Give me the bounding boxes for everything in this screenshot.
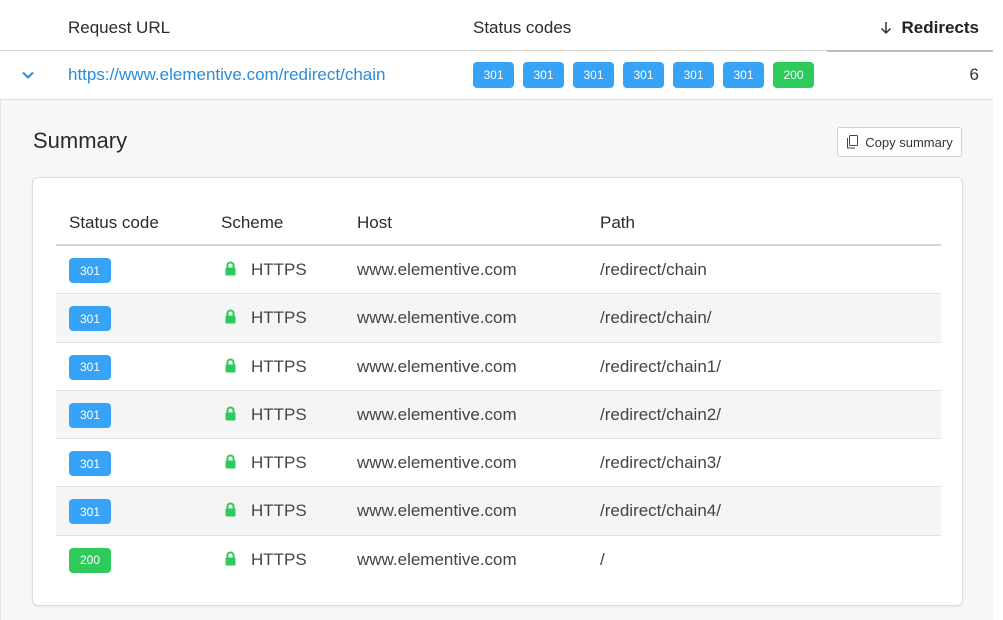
- status-code-badge: 301: [473, 62, 514, 88]
- scheme-cell: HTTPS: [251, 404, 307, 424]
- table-row: 301 HTTPS www.elementive.com /redirect/c…: [56, 294, 941, 343]
- copy-icon: [847, 135, 859, 149]
- path-cell: /redirect/chain2/: [600, 404, 721, 424]
- chevron-down-icon[interactable]: [20, 67, 36, 83]
- host-cell: www.elementive.com: [357, 501, 517, 521]
- column-header-redirects[interactable]: Redirects: [880, 18, 979, 38]
- path-cell: /redirect/chain4/: [600, 501, 721, 521]
- arrow-down-icon: [880, 22, 891, 35]
- path-cell: /redirect/chain/: [600, 308, 712, 328]
- scheme-cell: HTTPS: [251, 260, 307, 279]
- table-row: 301 HTTPS www.elementive.com /redirect/c…: [56, 390, 941, 440]
- summary-panel: Summary Copy summary Status code Scheme …: [0, 100, 993, 620]
- status-code-badge: 200: [69, 547, 111, 573]
- status-code-badge: 301: [69, 451, 111, 477]
- host-cell: www.elementive.com: [357, 549, 517, 569]
- lock-icon: [225, 503, 236, 517]
- status-code-badge: 301: [69, 306, 111, 332]
- path-cell: /redirect/chain3/: [600, 453, 721, 473]
- copy-summary-label: Copy summary: [865, 134, 953, 150]
- lock-icon: [225, 551, 236, 566]
- redirect-count: 6: [969, 65, 979, 84]
- summary-table: Status code Scheme Host Path 301 HTTPS w…: [56, 200, 941, 584]
- status-code-badge: 301: [673, 62, 714, 88]
- column-header-path: Path: [600, 213, 635, 232]
- column-header-status-code: Status code: [69, 213, 159, 232]
- copy-summary-button[interactable]: Copy summary: [837, 127, 962, 157]
- table-row: 301 HTTPS www.elementive.com /redirect/c…: [56, 343, 941, 391]
- status-code-badge: 301: [69, 354, 111, 380]
- results-table-header: Request URL Status codes Redirects: [0, 0, 993, 52]
- table-row: 301 HTTPS www.elementive.com /redirect/c…: [56, 439, 941, 488]
- summary-table-header: Status code Scheme Host Path: [56, 200, 941, 246]
- column-header-request-url[interactable]: Request URL: [68, 18, 170, 38]
- host-cell: www.elementive.com: [357, 453, 517, 473]
- host-cell: www.elementive.com: [357, 356, 517, 376]
- scheme-cell: HTTPS: [251, 501, 307, 521]
- request-url-link[interactable]: https://www.elementive.com/redirect/chai…: [68, 65, 385, 85]
- table-row: 301 HTTPS www.elementive.com /redirect/c…: [56, 246, 941, 295]
- host-cell: www.elementive.com: [357, 260, 517, 279]
- column-header-redirects-wrap[interactable]: Redirects: [827, 0, 993, 52]
- column-header-host: Host: [357, 213, 392, 232]
- path-cell: /redirect/chain: [600, 260, 707, 279]
- table-row: 301 HTTPS www.elementive.com /redirect/c…: [56, 487, 941, 536]
- redirects-label: Redirects: [901, 18, 979, 37]
- status-code-badge: 301: [723, 62, 764, 88]
- status-code-badge: 200: [773, 62, 814, 88]
- lock-icon: [225, 454, 236, 469]
- scheme-cell: HTTPS: [251, 549, 307, 569]
- table-row: 200 HTTPS www.elementive.com /: [56, 536, 941, 584]
- scheme-cell: HTTPS: [251, 308, 307, 328]
- host-cell: www.elementive.com: [357, 308, 517, 328]
- column-header-scheme: Scheme: [221, 213, 284, 232]
- request-row[interactable]: https://www.elementive.com/redirect/chai…: [0, 51, 993, 100]
- summary-card: Status code Scheme Host Path 301 HTTPS w…: [32, 177, 963, 606]
- status-code-badge: 301: [69, 499, 111, 525]
- status-code-badge: 301: [69, 258, 111, 283]
- lock-icon: [225, 406, 236, 421]
- status-code-badge: 301: [69, 402, 111, 428]
- column-header-status-codes[interactable]: Status codes: [473, 18, 571, 38]
- host-cell: www.elementive.com: [357, 404, 517, 424]
- status-code-badge: 301: [573, 62, 614, 88]
- status-code-badge: 301: [623, 62, 664, 88]
- scheme-cell: HTTPS: [251, 453, 307, 473]
- status-code-badge: 301: [523, 62, 564, 88]
- path-cell: /redirect/chain1/: [600, 356, 721, 376]
- status-codes-list: 301 301 301 301 301 301 200: [473, 62, 823, 88]
- lock-icon: [225, 358, 236, 373]
- lock-icon: [225, 309, 236, 324]
- summary-title: Summary: [33, 128, 128, 153]
- path-cell: /: [600, 549, 605, 569]
- scheme-cell: HTTPS: [251, 356, 307, 376]
- lock-icon: [225, 261, 236, 276]
